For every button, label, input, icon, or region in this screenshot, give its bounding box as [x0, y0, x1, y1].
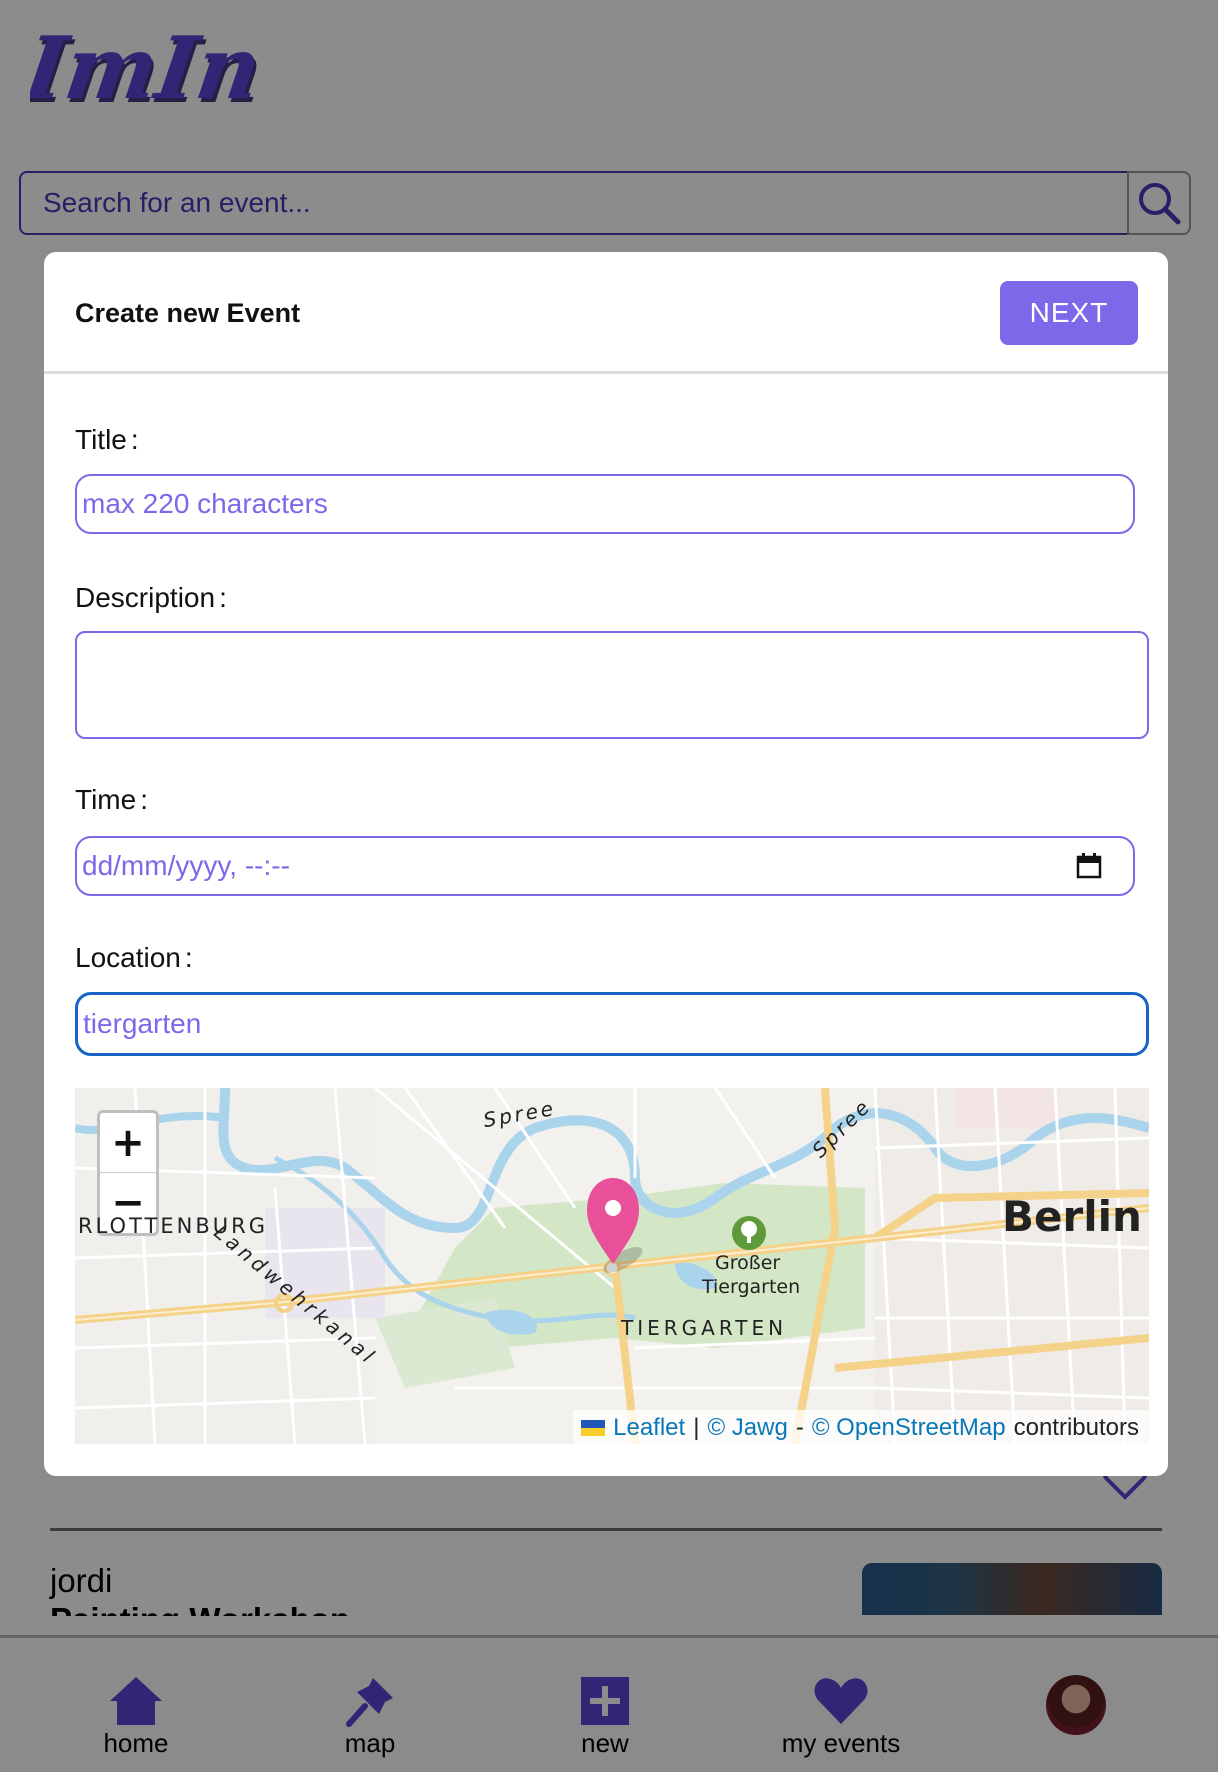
openstreetmap-link[interactable]: © OpenStreetMap	[812, 1414, 1006, 1442]
location-label-text: Location	[75, 942, 181, 973]
map-label-tiergarten-park: Tiergarten	[702, 1276, 801, 1298]
datetime-input[interactable]: dd/mm/yyyy, --:--	[75, 836, 1135, 896]
attribution-separator: |	[693, 1414, 700, 1441]
description-textarea[interactable]	[75, 631, 1149, 739]
title-label: Title:	[75, 424, 139, 456]
map-label-charlottenburg: RLOTTENBURG	[78, 1214, 268, 1238]
map-label-berlin: Berlin	[1002, 1192, 1142, 1241]
map-label-grosser: Großer	[715, 1252, 781, 1274]
map-label-tiergarten-district: TIERGARTEN	[621, 1316, 788, 1340]
time-label: Time:	[75, 784, 148, 816]
location-input[interactable]	[75, 992, 1149, 1056]
location-label-colon: :	[184, 942, 193, 973]
create-event-modal: Create new Event NEXT Title: Description…	[44, 252, 1168, 1476]
map-attribution: Leaflet | © Jawg - © OpenStreetMap contr…	[573, 1410, 1149, 1444]
title-label-colon: :	[130, 424, 139, 455]
modal-header: Create new Event NEXT	[44, 252, 1168, 374]
ukraine-flag-icon	[581, 1420, 606, 1436]
time-label-colon: :	[140, 784, 148, 815]
title-input[interactable]	[75, 474, 1135, 534]
title-label-text: Title	[75, 424, 127, 455]
modal-title: Create new Event	[75, 298, 301, 328]
location-map[interactable]: + − Spree Spree Landwehrkanal RLOTTENBUR…	[75, 1088, 1149, 1444]
leaflet-link[interactable]: Leaflet	[613, 1414, 685, 1442]
description-label: Description:	[75, 582, 227, 614]
jawg-link[interactable]: © Jawg	[707, 1414, 787, 1442]
attribution-dash: -	[795, 1414, 804, 1441]
description-label-colon: :	[219, 582, 227, 613]
datetime-placeholder: dd/mm/yyyy, --:--	[82, 850, 290, 881]
calendar-icon[interactable]	[1076, 853, 1102, 879]
description-label-text: Description	[75, 582, 216, 613]
zoom-in-button[interactable]: +	[100, 1113, 156, 1173]
time-label-text: Time	[75, 784, 137, 815]
location-label: Location:	[75, 942, 193, 974]
map-tiles	[75, 1088, 1149, 1444]
attribution-contributors: contributors	[1013, 1414, 1139, 1441]
next-button[interactable]: NEXT	[1000, 281, 1138, 345]
